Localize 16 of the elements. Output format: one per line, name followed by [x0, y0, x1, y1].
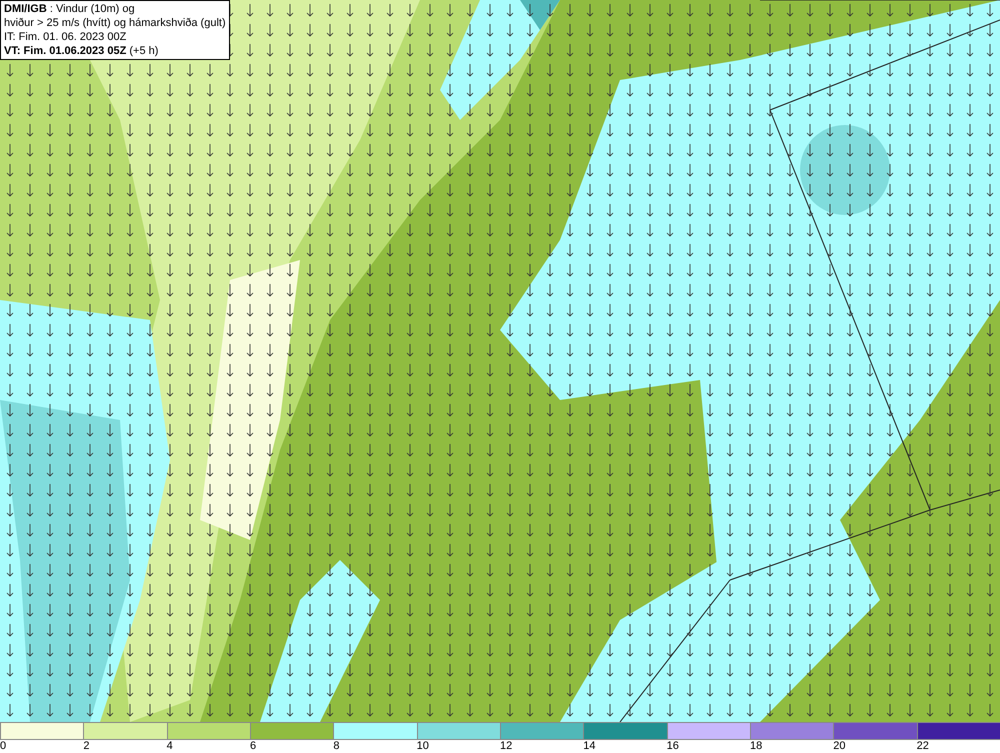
legend-label: 16 [666, 740, 679, 753]
legend-label: 0 [0, 740, 6, 753]
legend-label: 12 [500, 740, 512, 753]
map-info-line: VT: Fim. 01.06.2023 05Z (+5 h) [4, 44, 160, 58]
legend-label: 8 [333, 740, 340, 753]
legend-label: 10 [416, 740, 429, 753]
legend-label: 20 [833, 740, 846, 753]
legend-label: 18 [750, 740, 762, 753]
map-info-line: hviður > 25 m/s (hvítt) og hámarkshviða (gult) [4, 16, 226, 30]
legend-label: 22 [916, 740, 929, 753]
map-info-line: DMI/IGB : Vindur (10m) og [4, 2, 136, 16]
legend-label: 14 [583, 740, 596, 753]
legend-label: 4 [166, 740, 173, 753]
legend-label: 6 [250, 740, 256, 753]
map-info-line: IT: Fim. 01. 06. 2023 00Z [4, 30, 128, 44]
legend-label: 2 [83, 740, 90, 753]
